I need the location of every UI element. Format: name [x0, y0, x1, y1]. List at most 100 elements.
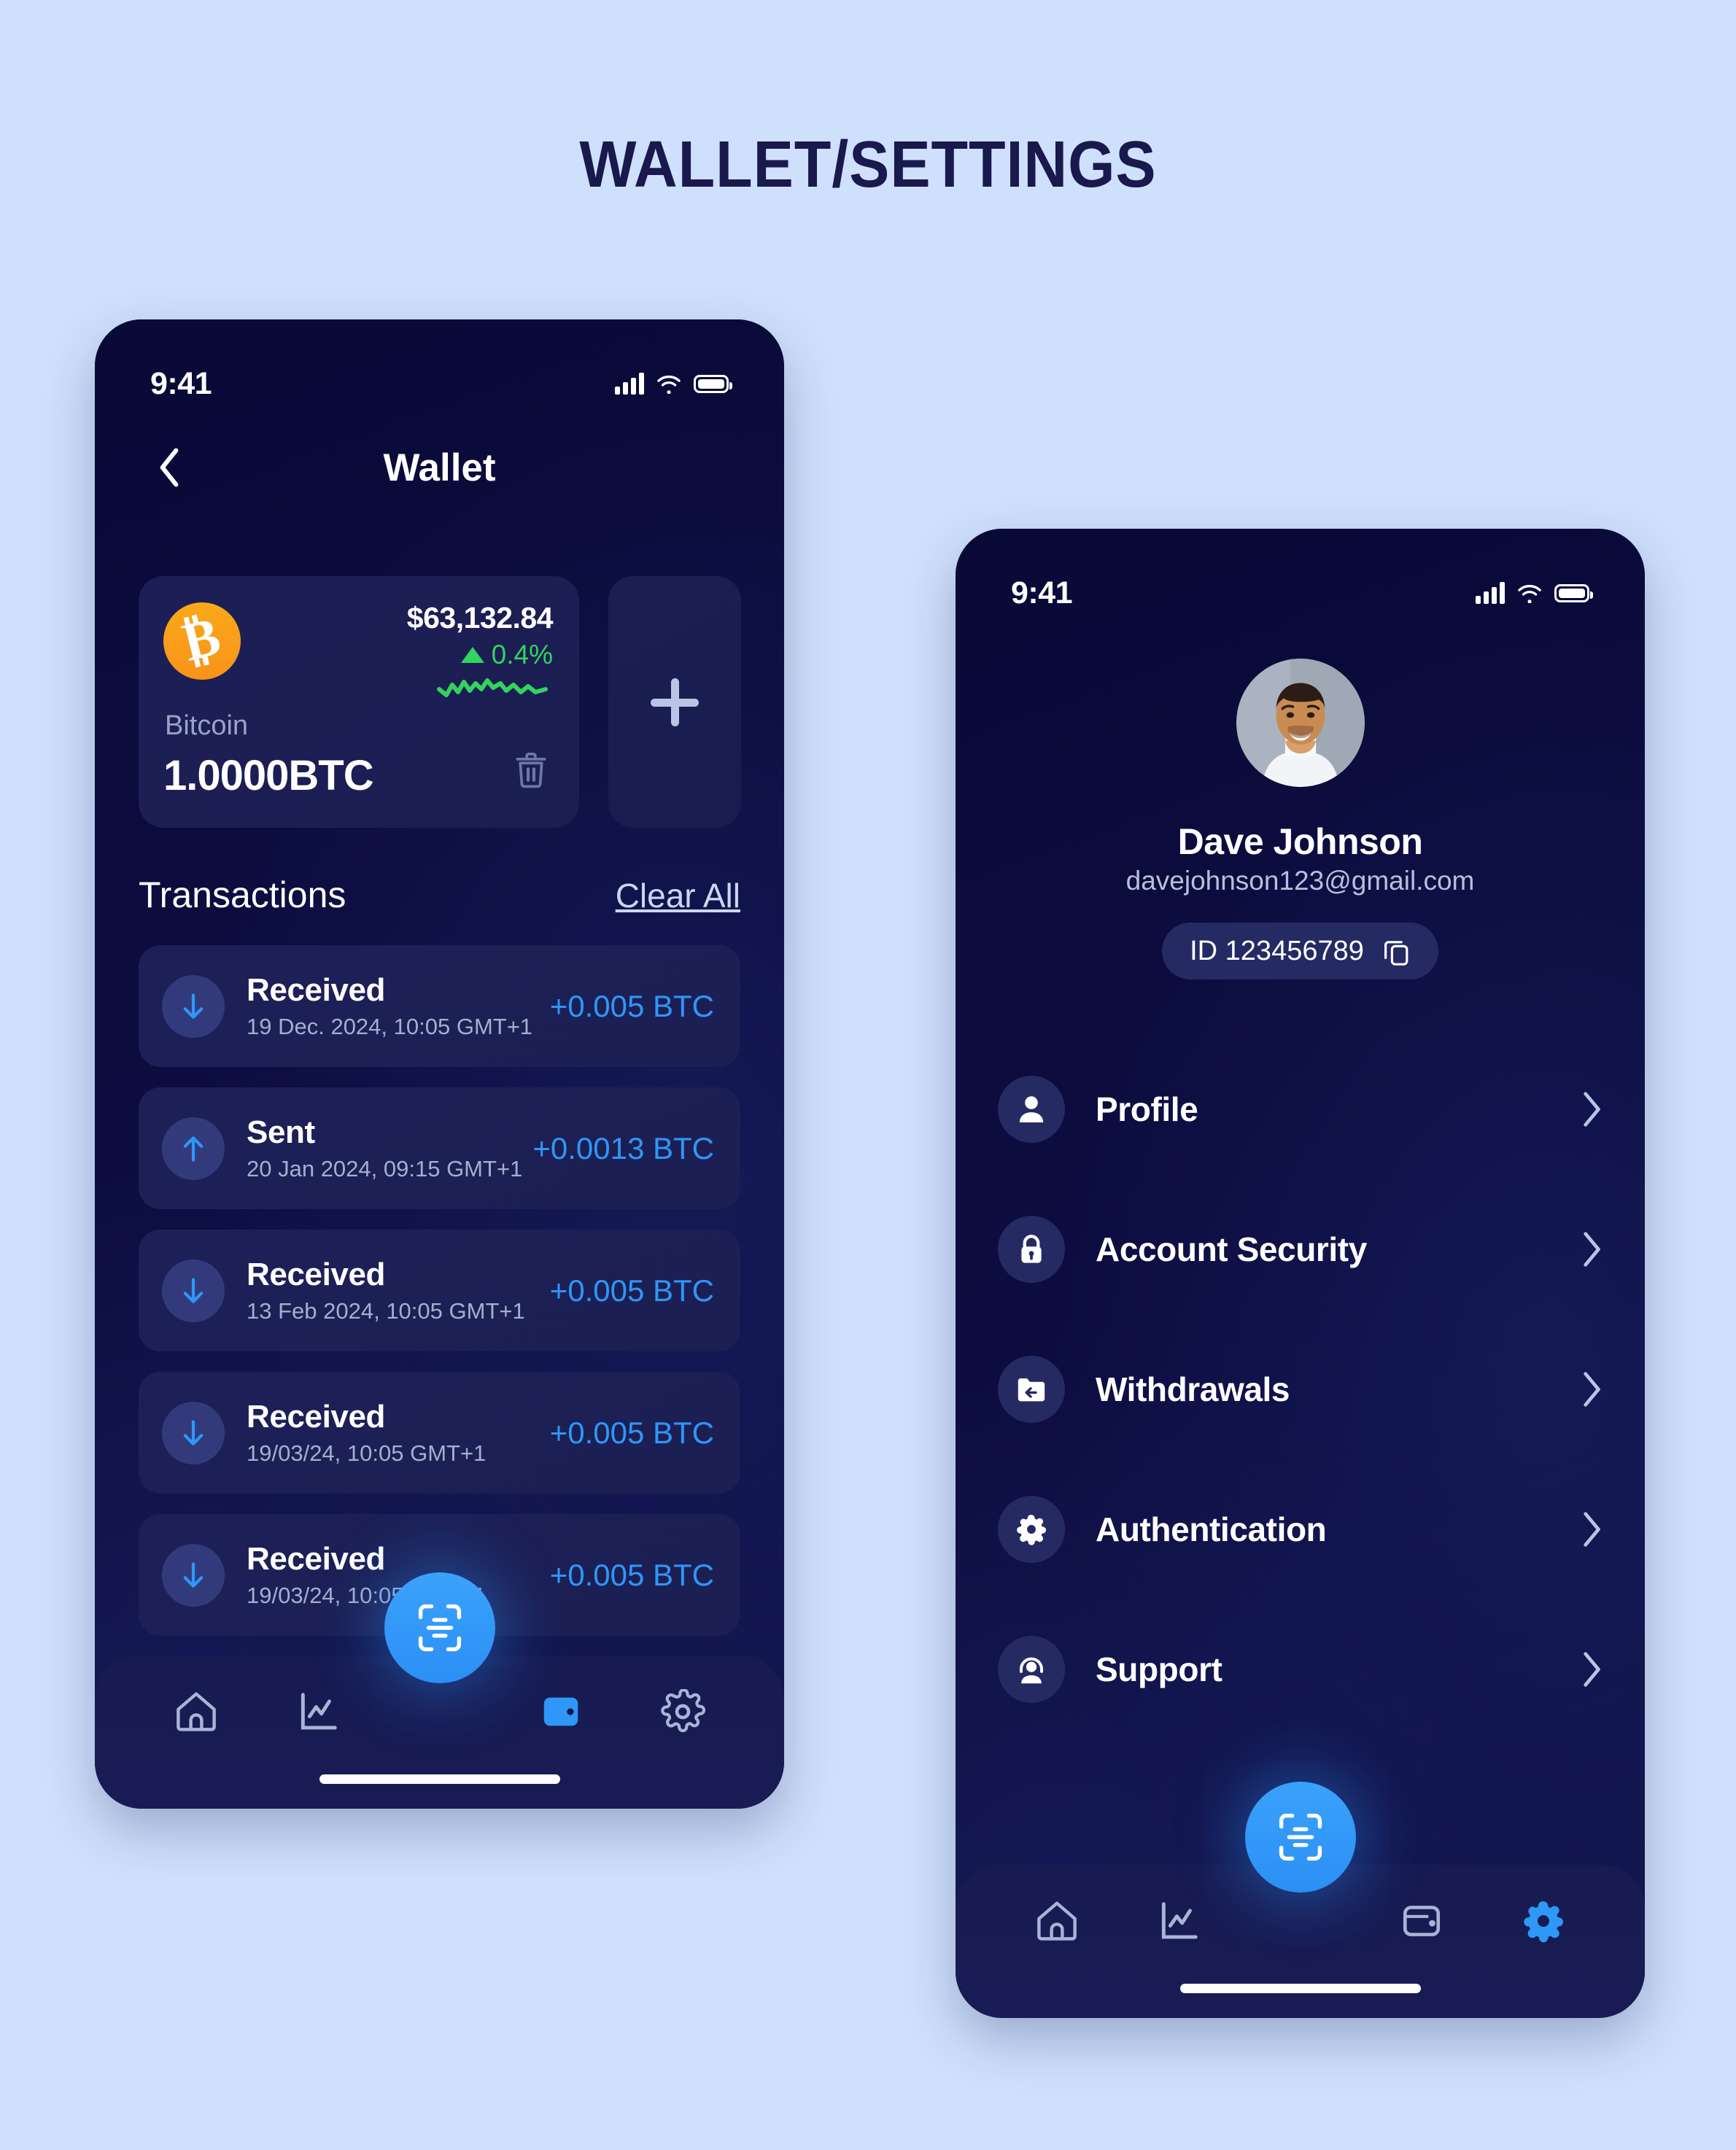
- coin-price-block: $63,132.84 0.4%: [406, 601, 554, 706]
- arrow-down-icon: [162, 1401, 225, 1464]
- arrow-down-icon: [162, 1259, 225, 1322]
- transaction-amount: +0.005 BTC: [549, 1273, 714, 1308]
- transaction-text: Received 19/03/24, 10:05 GMT+1: [247, 1399, 550, 1467]
- wallet-icon: [1403, 1906, 1441, 1936]
- arrow-down-icon: [162, 1543, 225, 1607]
- user-id-label: ID 123456789: [1190, 935, 1364, 966]
- delete-coin-button[interactable]: [512, 750, 550, 794]
- nav-chart-button[interactable]: [278, 1672, 358, 1752]
- transaction-date: 19 Dec. 2024, 10:05 GMT+1: [247, 1014, 533, 1040]
- signal-bars-icon: [615, 373, 644, 395]
- lock-icon: [998, 1216, 1065, 1283]
- trash-icon: [516, 752, 546, 788]
- add-coin-button[interactable]: [608, 576, 741, 828]
- transaction-text: Sent 20 Jan 2024, 09:15 GMT+1: [247, 1114, 532, 1183]
- wallet-status-bar: 9:41: [95, 319, 784, 414]
- nav-chart-button[interactable]: [1139, 1881, 1219, 1961]
- chevron-right-icon: [1584, 1232, 1600, 1267]
- triangle-up-icon: [460, 647, 484, 663]
- bitcoin-card[interactable]: ₿ $63,132.84 0.4% Bitcoin 1.0000BTC: [139, 576, 579, 828]
- chevron-right-icon: [1584, 1512, 1600, 1547]
- home-indicator: [319, 1774, 560, 1784]
- sparkline-chart: [437, 678, 548, 697]
- face-scan-icon: [1279, 1813, 1322, 1861]
- chevron-left-icon: [160, 448, 179, 487]
- transaction-type: Received: [247, 1398, 386, 1435]
- nav-settings-button[interactable]: [1503, 1881, 1584, 1961]
- menu-item-withdrawals[interactable]: Withdrawals: [998, 1319, 1603, 1459]
- user-email: davejohnson123@gmail.com: [1125, 866, 1475, 896]
- bitcoin-glyph: ₿: [177, 606, 227, 673]
- nav-home-button[interactable]: [156, 1672, 236, 1752]
- poster-root: WALLET/SETTINGS 9:41 Wallet ₿ $63,132.84…: [0, 0, 1736, 2150]
- nav-home-button[interactable]: [1017, 1881, 1097, 1961]
- coin-name: Bitcoin: [165, 710, 249, 741]
- transaction-type: Received: [247, 1540, 386, 1577]
- coin-change-value: 0.4%: [491, 640, 553, 670]
- coin-price: $63,132.84: [406, 601, 554, 634]
- page-heading: Wallet: [383, 446, 496, 489]
- menu-item-label: Account Security: [1096, 1230, 1367, 1268]
- arrow-up-icon: [162, 1117, 225, 1180]
- menu-item-support[interactable]: Support: [998, 1599, 1603, 1739]
- gear-icon: [1523, 1901, 1563, 1943]
- page-title: WALLET/SETTINGS: [579, 128, 1157, 201]
- chart-icon: [301, 1693, 337, 1730]
- menu-item-label: Profile: [1096, 1090, 1198, 1128]
- transaction-amount: +0.005 BTC: [549, 1557, 714, 1592]
- menu-item-authentication[interactable]: Authentication: [998, 1459, 1603, 1599]
- id-pill-wrapper: ID 123456789: [956, 923, 1645, 979]
- menu-item-label: Withdrawals: [1096, 1370, 1290, 1408]
- scan-fab-button[interactable]: [1244, 1782, 1356, 1893]
- scan-fab-button[interactable]: [384, 1572, 495, 1683]
- transaction-type: Received: [247, 1256, 386, 1292]
- table-row[interactable]: Received 19/03/24, 10:05 GMT+1 +0.005 BT…: [139, 1372, 740, 1494]
- transactions-header: Transactions Clear All: [139, 874, 740, 916]
- wallet-phone-frame: 9:41 Wallet ₿ $63,132.84 0.4% Bitcoin 1.…: [95, 319, 784, 1809]
- transaction-date: 20 Jan 2024, 09:15 GMT+1: [247, 1156, 523, 1182]
- chevron-right-icon: [1584, 1092, 1600, 1127]
- menu-item-profile[interactable]: Profile: [998, 1039, 1603, 1179]
- transaction-text: Received 13 Feb 2024, 10:05 GMT+1: [247, 1257, 550, 1325]
- table-row[interactable]: Sent 20 Jan 2024, 09:15 GMT+1 +0.0013 BT…: [139, 1087, 740, 1209]
- arrow-down-icon: [162, 974, 225, 1038]
- withdraw-icon: [998, 1356, 1065, 1423]
- menu-item-account-security[interactable]: Account Security: [998, 1179, 1603, 1319]
- chevron-right-icon: [1584, 1372, 1600, 1407]
- home-icon: [1037, 1901, 1077, 1941]
- status-icons: [1476, 582, 1593, 604]
- home-indicator: [1179, 1984, 1421, 1993]
- user-avatar-photo: [1236, 659, 1365, 787]
- back-button[interactable]: [149, 447, 190, 488]
- wifi-icon: [1518, 584, 1541, 603]
- transaction-date: 13 Feb 2024, 10:05 GMT+1: [247, 1298, 525, 1324]
- plus-icon: [651, 678, 699, 726]
- nav-wallet-button[interactable]: [521, 1672, 601, 1752]
- table-row[interactable]: Received 13 Feb 2024, 10:05 GMT+1 +0.005…: [139, 1230, 740, 1351]
- coin-change: 0.4%: [407, 640, 553, 670]
- transaction-date: 19/03/24, 10:05 GMT+1: [247, 1440, 487, 1467]
- gear-icon: [660, 1689, 705, 1733]
- status-time: 9:41: [1011, 575, 1073, 610]
- home-icon: [177, 1692, 217, 1731]
- bitcoin-logo-icon: ₿: [163, 602, 241, 680]
- table-row[interactable]: Received 19 Dec. 2024, 10:05 GMT+1 +0.00…: [139, 945, 740, 1067]
- transaction-amount: +0.005 BTC: [549, 988, 714, 1023]
- menu-item-label: Authentication: [1096, 1510, 1327, 1548]
- clear-all-button[interactable]: Clear All: [616, 876, 740, 915]
- transaction-amount: +0.0013 BTC: [532, 1130, 714, 1165]
- transaction-type: Sent: [247, 1114, 315, 1150]
- nav-settings-button[interactable]: [643, 1672, 723, 1752]
- transactions-title: Transactions: [139, 874, 346, 915]
- avatar[interactable]: [1236, 659, 1365, 787]
- face-scan-icon: [418, 1604, 461, 1652]
- chart-icon: [1161, 1902, 1198, 1939]
- coin-cards-row: ₿ $63,132.84 0.4% Bitcoin 1.0000BTC: [139, 576, 741, 828]
- status-icons: [615, 373, 732, 395]
- nav-wallet-button[interactable]: [1382, 1881, 1462, 1961]
- battery-icon: [694, 374, 732, 393]
- user-id-badge[interactable]: ID 123456789: [1162, 923, 1438, 979]
- settings-status-bar: 9:41: [956, 529, 1645, 624]
- status-time: 9:41: [150, 365, 212, 401]
- wallet-appbar: Wallet: [95, 427, 784, 508]
